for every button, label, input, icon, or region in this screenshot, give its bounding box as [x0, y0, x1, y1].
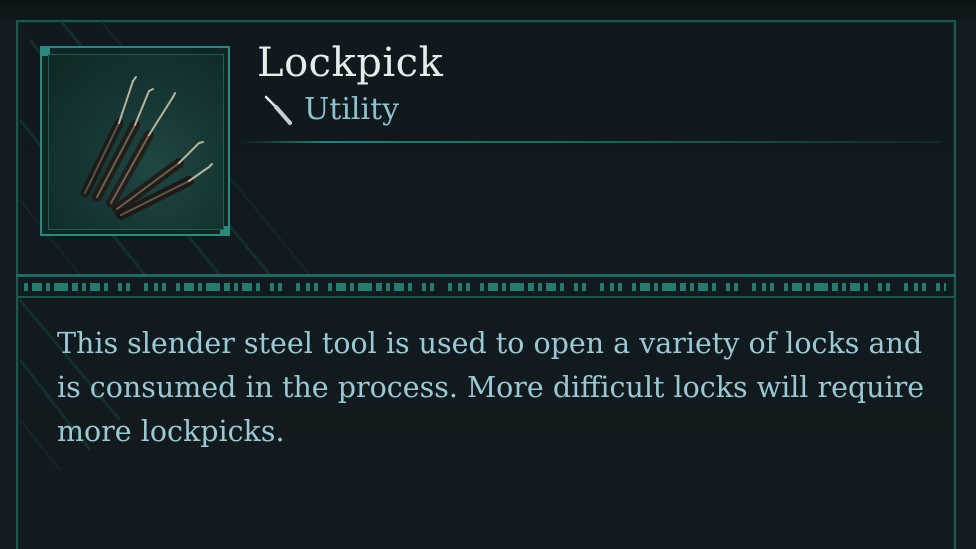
divider-dash: [510, 283, 524, 291]
divider-dash: [144, 283, 148, 291]
divider-dash: [904, 283, 908, 291]
divider-dash: [712, 283, 716, 291]
divider-dash: [726, 283, 730, 291]
divider-dash: [662, 283, 676, 291]
divider-dash: [358, 283, 372, 291]
divider-dash: [582, 283, 586, 291]
divider-dash: [480, 283, 484, 291]
divider-dash: [502, 283, 506, 291]
divider-dash: [538, 283, 542, 291]
divider-dash: [32, 283, 42, 291]
item-category: Utility: [262, 92, 399, 127]
divider-dash: [394, 283, 404, 291]
divider-dash: [770, 283, 774, 291]
divider-dash: [914, 283, 918, 291]
divider-dash: [422, 283, 426, 291]
divider-dash: [72, 283, 78, 291]
divider-dash: [198, 283, 202, 291]
divider-dash: [886, 283, 890, 291]
divider-dash: [314, 283, 318, 291]
divider-dash: [528, 283, 534, 291]
lockpick-bundle-icon: [80, 76, 213, 220]
item-name: Lockpick: [257, 40, 444, 86]
divider-dash: [814, 283, 828, 291]
divider-dash: [408, 283, 412, 291]
divider-dash: [944, 283, 946, 291]
divider-dash: [936, 283, 940, 291]
divider-dash: [306, 283, 310, 291]
divider-dash: [376, 283, 382, 291]
pick-tool-icon: [264, 95, 292, 125]
divider-dash: [792, 283, 802, 291]
divider-dash: [242, 283, 252, 291]
divider-dash: [82, 283, 86, 291]
divider-dash: [832, 283, 838, 291]
divider-dash: [336, 283, 346, 291]
item-image-well: [48, 54, 224, 230]
header-divider: [240, 141, 940, 143]
divider-dash: [698, 283, 708, 291]
divider-dash: [224, 283, 230, 291]
divider-dash: [610, 283, 614, 291]
divider-dash: [270, 283, 274, 291]
divider-dash: [278, 283, 282, 291]
divider-dash: [574, 283, 578, 291]
divider-dash: [448, 283, 452, 291]
item-category-label: Utility: [304, 92, 400, 127]
divider-dash: [752, 283, 756, 291]
divider-dash: [90, 283, 100, 291]
divider-dash: [690, 283, 694, 291]
item-image-frame: [40, 46, 230, 236]
divider-dash: [104, 283, 108, 291]
divider-dash: [806, 283, 810, 291]
divider-dash: [458, 283, 462, 291]
divider-dash: [328, 283, 332, 291]
divider-dash: [206, 283, 220, 291]
divider-dash: [546, 283, 556, 291]
divider-dash: [488, 283, 498, 291]
item-tooltip-screen: Lockpick Utility This slender steel tool…: [0, 0, 976, 549]
divider-dash: [126, 283, 130, 291]
divider-dash: [46, 283, 50, 291]
divider-dash: [154, 283, 158, 291]
divider-dash: [24, 283, 28, 291]
item-description: This slender steel tool is used to open …: [57, 327, 925, 448]
divider-dash: [842, 283, 846, 291]
divider-dash: [184, 283, 194, 291]
divider-dash: [878, 283, 882, 291]
divider-dash: [162, 283, 166, 291]
divider-dash: [922, 283, 926, 291]
divider-dash: [54, 283, 68, 291]
divider-dash: [762, 283, 766, 291]
divider-dash: [386, 283, 390, 291]
divider-dash: [466, 283, 470, 291]
divider-dash: [734, 283, 738, 291]
divider-dash: [850, 283, 860, 291]
divider-dash: [600, 283, 604, 291]
divider-dash: [560, 283, 564, 291]
divider-dash: [640, 283, 650, 291]
divider-dash: [784, 283, 788, 291]
top-strip: [0, 0, 976, 20]
divider-dash: [430, 283, 434, 291]
divider-dash: [618, 283, 622, 291]
divider-dash: [864, 283, 868, 291]
section-divider: [16, 274, 956, 298]
divider-dash: [350, 283, 354, 291]
divider-dash: [256, 283, 260, 291]
divider-dash: [680, 283, 686, 291]
divider-dash: [118, 283, 122, 291]
divider-dash: [654, 283, 658, 291]
divider-dash: [176, 283, 180, 291]
divider-dash: [234, 283, 238, 291]
divider-dash: [632, 283, 636, 291]
divider-dash: [296, 283, 300, 291]
